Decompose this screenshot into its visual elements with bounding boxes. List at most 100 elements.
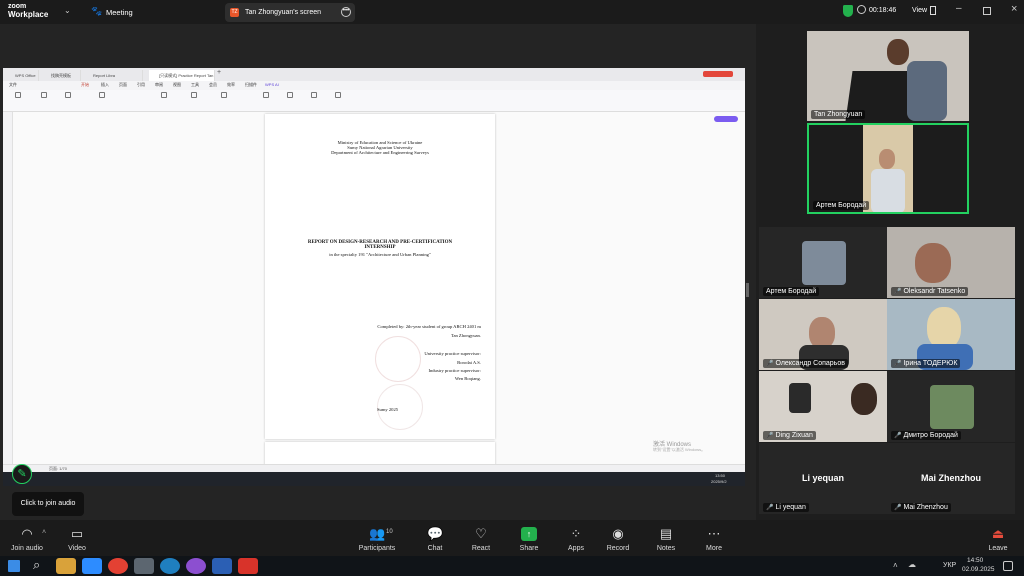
apps-button[interactable]: ⁘ Apps <box>552 526 600 553</box>
person-body <box>907 61 947 121</box>
video-tile-dmytro[interactable]: 🎤 Дмитро Бородай <box>887 371 1015 442</box>
tab-report-library[interactable]: Report Libra <box>83 70 143 81</box>
mic-muted-icon: 🎤 <box>894 505 902 511</box>
share-label: Tan Zhongyuan's screen <box>245 9 322 16</box>
more-button[interactable]: ⋯ More <box>690 527 738 553</box>
notification-icon[interactable] <box>1003 561 1013 571</box>
restore-icon[interactable] <box>983 7 991 15</box>
view-layout-icon <box>930 6 936 15</box>
menu-bar: 文件 开始 插入 页面 引用 审阅 视图 工具 会员 效率 扫描件 WPS AI <box>3 81 745 90</box>
more-options-icon[interactable]: ••• <box>341 7 351 17</box>
chevron-down-icon[interactable]: ⌄ <box>64 6 71 15</box>
menu-reference[interactable]: 引用 <box>137 82 145 88</box>
video-tile-li[interactable]: Li yequan 🎤 Li yequan <box>759 443 887 514</box>
menu-wps-ai[interactable]: WPS AI <box>265 82 279 87</box>
viber-icon[interactable] <box>186 558 206 574</box>
share-indicator[interactable]: TZ Tan Zhongyuan's screen ••• <box>225 3 355 22</box>
avatar <box>802 241 846 285</box>
video-tile-artem[interactable]: Артем Бородай <box>759 227 887 298</box>
language-indicator[interactable]: УКР <box>943 562 956 569</box>
menu-scan[interactable]: 扫描件 <box>245 82 257 88</box>
ribbon-button[interactable] <box>327 92 349 99</box>
tray-chevron-icon[interactable]: ˄ <box>893 561 898 570</box>
tab-practice-report[interactable]: [只读模式] Practice Report Tan <box>149 70 215 81</box>
person-body <box>871 169 905 212</box>
participant-name: 🎤 Oleksandr Tatsenko <box>891 287 969 296</box>
video-tile-toderiuk[interactable]: 🎤 Ірина ТОДЕРЮК <box>887 299 1015 370</box>
react-button[interactable]: ♡ React <box>457 527 505 553</box>
video-tile-ding[interactable]: 🎤 Ding Zixuan <box>759 371 887 442</box>
video-tile-tatsenko[interactable]: 🎤 Oleksandr Tatsenko <box>887 227 1015 298</box>
video-tile-soparov[interactable]: 🎤 Олександр Сопарьов <box>759 299 887 370</box>
student-name: Tan Zhongyuan. <box>450 333 481 338</box>
person-head <box>879 149 895 169</box>
participants-button[interactable]: 👥 Participants <box>353 527 401 553</box>
ribbon-button[interactable] <box>183 92 205 99</box>
wps-icon[interactable] <box>238 558 258 574</box>
close-icon[interactable]: × <box>1011 3 1017 15</box>
participant-name: 🎤 Дмитро Бородай <box>891 431 961 440</box>
title-bar: zoom Workplace ⌄ 🐾 Meeting TZ Tan Zhongy… <box>0 0 1024 24</box>
apps-icon: ⁘ <box>570 526 582 541</box>
word-icon[interactable] <box>212 558 232 574</box>
minimize-icon[interactable]: – <box>956 3 962 14</box>
calculator-icon[interactable] <box>134 558 154 574</box>
login-button[interactable] <box>703 71 733 77</box>
ribbon-button[interactable] <box>213 92 235 99</box>
meeting-timer: 00:18:46 <box>869 7 897 14</box>
join-audio-tooltip: Click to join audio <box>12 492 84 516</box>
ribbon-button[interactable] <box>153 92 175 99</box>
report-title-line2: INTERNSHIP <box>364 245 396 250</box>
menu-page[interactable]: 页面 <box>119 82 127 88</box>
menu-view[interactable]: 视图 <box>173 82 181 88</box>
tab-wps-office[interactable]: WPS Office <box>5 70 39 81</box>
search-icon[interactable]: ⌕ <box>33 557 40 573</box>
onedrive-icon[interactable]: ☁ <box>908 560 916 569</box>
meeting-menu[interactable]: Meeting <box>106 8 133 17</box>
menu-member[interactable]: 会员 <box>209 82 217 88</box>
chevron-up-icon[interactable]: ˄ <box>42 529 46 536</box>
share-button[interactable]: ↑ Share <box>505 527 553 552</box>
wps-ai-badge[interactable] <box>714 116 738 122</box>
leave-icon: ⏏ <box>991 526 1005 541</box>
participant-name: 🎤 Ding Zixuan <box>763 431 816 440</box>
menu-efficiency[interactable]: 效率 <box>227 82 235 88</box>
notes-button[interactable]: ▤ Notes <box>642 527 690 553</box>
panel-resize-handle[interactable] <box>746 283 749 297</box>
menu-tools[interactable]: 工具 <box>191 82 199 88</box>
ribbon-button[interactable] <box>303 92 325 99</box>
mic-muted-icon: 🎤 <box>894 289 902 295</box>
chat-button[interactable]: 💬 Chat <box>411 527 459 553</box>
ribbon-button[interactable] <box>255 92 277 99</box>
video-tile-mai[interactable]: Mai Zhenzhou 🎤 Mai Zhenzhou <box>887 443 1015 514</box>
ribbon-button[interactable] <box>279 92 301 99</box>
bag <box>789 383 811 413</box>
menu-home[interactable]: 开始 <box>81 82 89 88</box>
video-button[interactable]: ▭ Video <box>53 527 101 553</box>
ribbon-button[interactable] <box>33 92 55 99</box>
tab-template[interactable]: 找稿壳模板 <box>41 70 81 81</box>
ribbon-button[interactable] <box>7 92 29 99</box>
shield-icon[interactable] <box>843 5 853 17</box>
ribbon-button[interactable] <box>91 92 113 99</box>
edge-icon[interactable] <box>160 558 180 574</box>
plus-icon[interactable]: + <box>217 69 221 76</box>
view-button[interactable]: View <box>912 7 927 14</box>
shared-document-window[interactable]: WPS Office 找稿壳模板 Report Libra [只读模式] Pra… <box>3 68 745 486</box>
taskbar-time: 14:50 <box>967 557 984 564</box>
annotate-pen-icon[interactable]: ✎ <box>12 464 32 484</box>
windows-start-icon[interactable] <box>8 560 20 572</box>
participant-name: 🎤 Олександр Сопарьов <box>763 359 848 368</box>
chrome-icon[interactable] <box>108 558 128 574</box>
leave-button[interactable]: ⏏ Leave <box>974 526 1022 553</box>
zoom-app-icon[interactable] <box>82 558 102 574</box>
menu-insert[interactable]: 插入 <box>101 82 109 88</box>
video-tile-artem-active[interactable]: Артем Бородай <box>807 123 969 214</box>
menu-file[interactable]: 文件 <box>9 82 17 88</box>
menu-review[interactable]: 审阅 <box>155 82 163 88</box>
video-tile-tan[interactable]: Tan Zhongyuan <box>807 31 969 121</box>
report-subtitle: in the specialty 191 "Architecture and U… <box>329 252 431 257</box>
record-button[interactable]: ◉ Record <box>594 527 642 553</box>
file-explorer-icon[interactable] <box>56 558 76 574</box>
ribbon-button[interactable] <box>57 92 79 99</box>
